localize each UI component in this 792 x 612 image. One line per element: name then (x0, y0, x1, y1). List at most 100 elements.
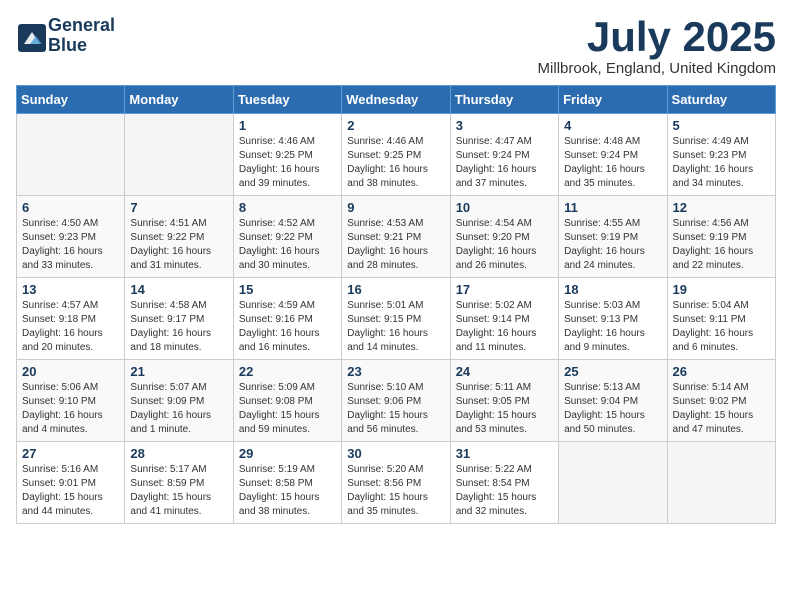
calendar-cell: 28 Sunrise: 5:17 AMSunset: 8:59 PMDayligh… (125, 442, 233, 524)
day-number: 20 (22, 364, 119, 379)
cell-info: Sunrise: 5:06 AMSunset: 9:10 PMDaylight:… (22, 381, 119, 437)
calendar-cell: 20 Sunrise: 5:06 AMSunset: 9:10 PMDayligh… (17, 360, 125, 442)
calendar-cell: 18 Sunrise: 5:03 AMSunset: 9:13 PMDayligh… (559, 278, 667, 360)
day-number: 2 (347, 118, 444, 133)
cell-info: Sunrise: 4:56 AMSunset: 9:19 PMDaylight:… (673, 217, 770, 273)
day-header-tuesday: Tuesday (233, 86, 341, 114)
calendar-week-2: 6 Sunrise: 4:50 AMSunset: 9:23 PMDaylight… (17, 196, 776, 278)
calendar-cell: 13 Sunrise: 4:57 AMSunset: 9:18 PMDayligh… (17, 278, 125, 360)
cell-info: Sunrise: 5:20 AMSunset: 8:56 PMDaylight:… (347, 463, 444, 519)
cell-info: Sunrise: 4:48 AMSunset: 9:24 PMDaylight:… (564, 135, 661, 191)
calendar-cell: 30 Sunrise: 5:20 AMSunset: 8:56 PMDayligh… (342, 442, 450, 524)
calendar-cell: 22Sunrise: 5:09 AMSunset: 9:08 PMDayligh… (233, 360, 341, 442)
calendar-week-3: 13 Sunrise: 4:57 AMSunset: 9:18 PMDayligh… (17, 278, 776, 360)
calendar-cell: 1 Sunrise: 4:46 AMSunset: 9:25 PMDaylight… (233, 114, 341, 196)
cell-info: Sunrise: 5:17 AMSunset: 8:59 PMDaylight:… (130, 463, 227, 519)
calendar-cell: 10Sunrise: 4:54 AMSunset: 9:20 PMDayligh… (450, 196, 558, 278)
cell-info: Sunrise: 5:07 AMSunset: 9:09 PMDaylight:… (130, 381, 227, 437)
calendar-cell: 2 Sunrise: 4:46 AMSunset: 9:25 PMDaylight… (342, 114, 450, 196)
cell-info: Sunrise: 5:14 AMSunset: 9:02 PMDaylight:… (673, 381, 770, 437)
calendar-cell: 24Sunrise: 5:11 AMSunset: 9:05 PMDayligh… (450, 360, 558, 442)
cell-info: Sunrise: 5:03 AMSunset: 9:13 PMDaylight:… (564, 299, 661, 355)
cell-info: Sunrise: 4:46 AMSunset: 9:25 PMDaylight:… (239, 135, 336, 191)
calendar-cell (17, 114, 125, 196)
location: Millbrook, England, United Kingdom (538, 60, 776, 77)
day-header-sunday: Sunday (17, 86, 125, 114)
cell-info: Sunrise: 4:55 AMSunset: 9:19 PMDaylight:… (564, 217, 661, 273)
day-number: 15 (239, 282, 336, 297)
cell-info: Sunrise: 4:47 AMSunset: 9:24 PMDaylight:… (456, 135, 553, 191)
cell-info: Sunrise: 5:19 AMSunset: 8:58 PMDaylight:… (239, 463, 336, 519)
day-number: 30 (347, 446, 444, 461)
month-title: July 2025 (538, 16, 776, 58)
day-number: 25 (564, 364, 661, 379)
day-number: 8 (239, 200, 336, 215)
day-number: 14 (130, 282, 227, 297)
day-number: 5 (673, 118, 770, 133)
logo-line2: Blue (48, 35, 87, 55)
calendar-cell: 14 Sunrise: 4:58 AMSunset: 9:17 PMDayligh… (125, 278, 233, 360)
day-number: 18 (564, 282, 661, 297)
calendar-cell: 11 Sunrise: 4:55 AMSunset: 9:19 PMDayligh… (559, 196, 667, 278)
calendar-cell (125, 114, 233, 196)
calendar-cell: 31 Sunrise: 5:22 AMSunset: 8:54 PMDayligh… (450, 442, 558, 524)
calendar-week-5: 27 Sunrise: 5:16 AMSunset: 9:01 PMDayligh… (17, 442, 776, 524)
calendar-cell: 17 Sunrise: 5:02 AMSunset: 9:14 PMDayligh… (450, 278, 558, 360)
calendar-cell: 5Sunrise: 4:49 AMSunset: 9:23 PMDaylight… (667, 114, 775, 196)
calendar-cell: 29Sunrise: 5:19 AMSunset: 8:58 PMDayligh… (233, 442, 341, 524)
cell-info: Sunrise: 4:50 AMSunset: 9:23 PMDaylight:… (22, 217, 119, 273)
calendar-cell: 8 Sunrise: 4:52 AMSunset: 9:22 PMDaylight… (233, 196, 341, 278)
cell-info: Sunrise: 5:01 AMSunset: 9:15 PMDaylight:… (347, 299, 444, 355)
calendar-cell: 3Sunrise: 4:47 AMSunset: 9:24 PMDaylight… (450, 114, 558, 196)
calendar-cell: 4Sunrise: 4:48 AMSunset: 9:24 PMDaylight… (559, 114, 667, 196)
day-number: 11 (564, 200, 661, 215)
day-header-thursday: Thursday (450, 86, 558, 114)
cell-info: Sunrise: 4:46 AMSunset: 9:25 PMDaylight:… (347, 135, 444, 191)
cell-info: Sunrise: 4:53 AMSunset: 9:21 PMDaylight:… (347, 217, 444, 273)
day-number: 6 (22, 200, 119, 215)
page-header: General Blue July 2025 Millbrook, Englan… (16, 16, 776, 77)
cell-info: Sunrise: 5:02 AMSunset: 9:14 PMDaylight:… (456, 299, 553, 355)
day-number: 21 (130, 364, 227, 379)
day-number: 12 (673, 200, 770, 215)
day-header-monday: Monday (125, 86, 233, 114)
day-header-wednesday: Wednesday (342, 86, 450, 114)
logo-icon (16, 22, 44, 50)
day-header-friday: Friday (559, 86, 667, 114)
day-number: 24 (456, 364, 553, 379)
day-number: 28 (130, 446, 227, 461)
day-number: 7 (130, 200, 227, 215)
calendar-cell: 9Sunrise: 4:53 AMSunset: 9:21 PMDaylight… (342, 196, 450, 278)
logo-text: General Blue (48, 16, 115, 56)
calendar-cell: 23Sunrise: 5:10 AMSunset: 9:06 PMDayligh… (342, 360, 450, 442)
day-number: 10 (456, 200, 553, 215)
cell-info: Sunrise: 5:04 AMSunset: 9:11 PMDaylight:… (673, 299, 770, 355)
calendar-cell: 16Sunrise: 5:01 AMSunset: 9:15 PMDayligh… (342, 278, 450, 360)
day-number: 17 (456, 282, 553, 297)
calendar-cell (667, 442, 775, 524)
day-number: 26 (673, 364, 770, 379)
day-number: 31 (456, 446, 553, 461)
calendar-table: SundayMondayTuesdayWednesdayThursdayFrid… (16, 85, 776, 524)
cell-info: Sunrise: 5:16 AMSunset: 9:01 PMDaylight:… (22, 463, 119, 519)
calendar-cell: 21 Sunrise: 5:07 AMSunset: 9:09 PMDayligh… (125, 360, 233, 442)
logo-line1: General (48, 15, 115, 35)
cell-info: Sunrise: 5:10 AMSunset: 9:06 PMDaylight:… (347, 381, 444, 437)
calendar-cell: 6 Sunrise: 4:50 AMSunset: 9:23 PMDaylight… (17, 196, 125, 278)
cell-info: Sunrise: 4:51 AMSunset: 9:22 PMDaylight:… (130, 217, 227, 273)
calendar-cell (559, 442, 667, 524)
calendar-cell: 27 Sunrise: 5:16 AMSunset: 9:01 PMDayligh… (17, 442, 125, 524)
cell-info: Sunrise: 5:13 AMSunset: 9:04 PMDaylight:… (564, 381, 661, 437)
cell-info: Sunrise: 4:58 AMSunset: 9:17 PMDaylight:… (130, 299, 227, 355)
day-number: 1 (239, 118, 336, 133)
cell-info: Sunrise: 5:09 AMSunset: 9:08 PMDaylight:… (239, 381, 336, 437)
day-number: 13 (22, 282, 119, 297)
cell-info: Sunrise: 4:57 AMSunset: 9:18 PMDaylight:… (22, 299, 119, 355)
day-number: 19 (673, 282, 770, 297)
cell-info: Sunrise: 4:52 AMSunset: 9:22 PMDaylight:… (239, 217, 336, 273)
cell-info: Sunrise: 5:22 AMSunset: 8:54 PMDaylight:… (456, 463, 553, 519)
day-number: 27 (22, 446, 119, 461)
title-block: July 2025 Millbrook, England, United Kin… (538, 16, 776, 77)
logo: General Blue (16, 16, 115, 56)
calendar-cell: 26 Sunrise: 5:14 AMSunset: 9:02 PMDayligh… (667, 360, 775, 442)
